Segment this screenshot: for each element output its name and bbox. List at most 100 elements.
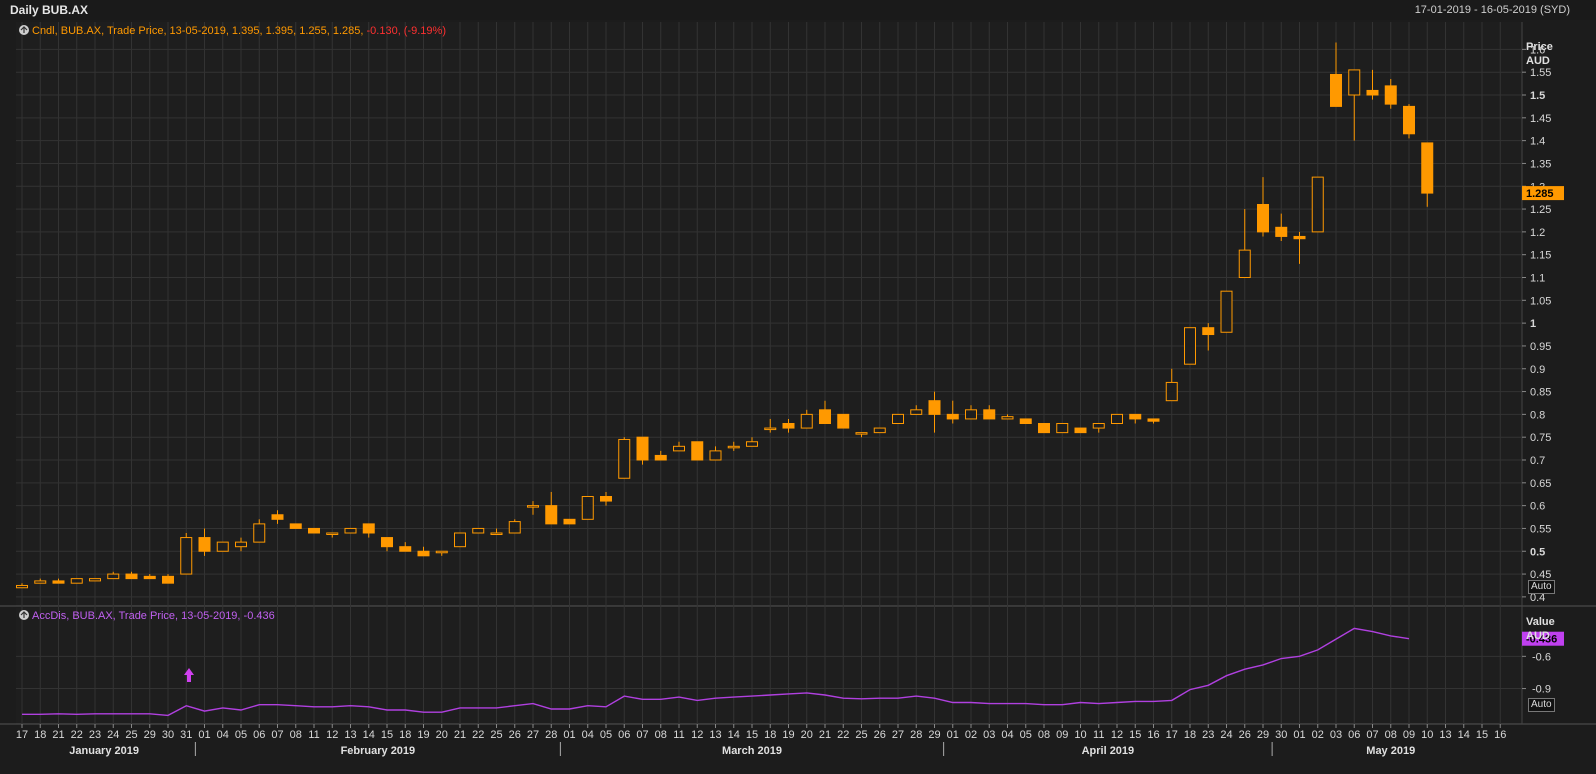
x-tick-label: 10	[1074, 729, 1086, 741]
accdis-legend[interactable]: AccDis, BUB.AX, Trade Price, 13-05-2019,…	[19, 610, 275, 622]
price-tick-label: 0.95	[1530, 341, 1551, 353]
price-tick-label: 0.55	[1530, 523, 1551, 535]
candle-body	[235, 541, 247, 548]
candle[interactable]	[1311, 176, 1324, 233]
x-tick-label: 17	[1166, 729, 1178, 741]
candle-body	[837, 413, 850, 429]
candle-body	[472, 527, 485, 534]
x-tick-label: 29	[144, 729, 156, 741]
x-tick-label: 18	[34, 729, 46, 741]
candle-body	[600, 496, 612, 502]
price-tick-label: 0.8	[1530, 409, 1545, 421]
price-auto-scale-button[interactable]: Auto	[1528, 580, 1555, 594]
price-tick-label: 1	[1530, 318, 1536, 330]
candle-body	[289, 523, 302, 529]
x-tick-label: 01	[198, 729, 210, 741]
candle[interactable]	[691, 441, 704, 461]
candle-body	[1184, 327, 1196, 365]
x-tick-label: 03	[1330, 729, 1342, 741]
candle[interactable]	[581, 496, 594, 520]
accdis-axis-title-line2: AUD	[1526, 630, 1550, 642]
price-tick-label: 1.1	[1530, 273, 1545, 285]
candle[interactable]	[636, 436, 649, 465]
candle[interactable]	[1184, 327, 1196, 365]
candle-body	[326, 532, 339, 535]
x-tick-label: 29	[1257, 729, 1269, 741]
candle[interactable]	[1038, 423, 1050, 434]
candle[interactable]	[344, 527, 357, 534]
candle-body	[162, 575, 174, 584]
candle-body	[52, 580, 65, 584]
x-tick-label: 29	[928, 729, 940, 741]
candle[interactable]	[1403, 104, 1415, 139]
candle-body	[508, 521, 521, 534]
candle-body	[70, 578, 83, 584]
candle[interactable]	[837, 413, 850, 429]
candle-body	[16, 584, 28, 589]
candle[interactable]	[1220, 290, 1233, 333]
candle[interactable]	[1019, 418, 1032, 424]
candle[interactable]	[563, 518, 576, 525]
candle-body	[1019, 418, 1032, 424]
x-tick-label: 26	[1239, 729, 1251, 741]
candle[interactable]	[618, 437, 631, 479]
candle-body	[89, 578, 101, 582]
x-tick-label: 25	[125, 729, 137, 741]
x-tick-label: 25	[855, 729, 867, 741]
x-tick-label: 10	[1421, 729, 1433, 741]
candle-body	[545, 505, 558, 525]
price-legend[interactable]: Cndl, BUB.AX, Trade Price, 13-05-2019, 1…	[19, 25, 446, 37]
candle[interactable]	[508, 519, 521, 534]
candle-body	[1257, 204, 1269, 233]
x-tick-label: 23	[89, 729, 101, 741]
candle[interactable]	[216, 541, 229, 552]
x-tick-label: 15	[381, 729, 393, 741]
candle[interactable]	[1111, 413, 1123, 424]
candle[interactable]	[180, 533, 193, 575]
candle[interactable]	[308, 527, 320, 534]
x-tick-label: 27	[527, 729, 539, 741]
x-tick-label: 13	[344, 729, 356, 741]
candle-body	[1421, 142, 1434, 194]
x-tick-label: 05	[235, 729, 247, 741]
x-tick-label: 01	[563, 729, 575, 741]
x-tick-label: 04	[582, 729, 594, 741]
candle[interactable]	[873, 427, 886, 434]
candle[interactable]	[70, 578, 83, 584]
candle-body	[34, 580, 47, 584]
candle-body	[1165, 381, 1178, 402]
accdis-legend-text: AccDis, BUB.AX, Trade Price, 13-05-2019,…	[32, 610, 275, 622]
candle-body	[1403, 105, 1415, 135]
x-tick-label: 09	[1403, 729, 1415, 741]
candle[interactable]	[1074, 427, 1087, 434]
accdis-auto-scale-button[interactable]: Auto	[1528, 698, 1555, 712]
candle[interactable]	[454, 532, 466, 548]
candle-body	[1147, 418, 1160, 422]
candle[interactable]	[892, 413, 904, 424]
accdis-axis-title-line1: Value	[1526, 616, 1555, 628]
chart-canvas[interactable]: 0.40.450.50.550.60.650.70.750.80.850.90.…	[0, 0, 1596, 774]
candle-body	[253, 523, 266, 543]
candle-body	[654, 454, 667, 461]
x-tick-label: 13	[709, 729, 721, 741]
price-tick-label: 1.05	[1530, 295, 1551, 307]
price-tick-label: 1.4	[1530, 136, 1545, 148]
candle-body	[928, 400, 941, 415]
month-label: April 2019	[1082, 745, 1135, 757]
candle[interactable]	[1056, 423, 1069, 434]
candle[interactable]	[289, 523, 302, 529]
x-tick-label: 31	[180, 729, 192, 741]
candle-body	[855, 432, 868, 435]
price-tick-label: 0.7	[1530, 455, 1545, 467]
candle[interactable]	[89, 578, 101, 582]
x-tick-label: 20	[801, 729, 813, 741]
x-tick-label: 08	[1385, 729, 1397, 741]
x-tick-label: 11	[308, 729, 319, 741]
x-tick-label: 02	[1312, 729, 1324, 741]
candle-body	[892, 413, 904, 424]
x-tick-label: 12	[691, 729, 703, 741]
candle-body	[709, 450, 722, 461]
candle-body	[1238, 249, 1251, 278]
candle[interactable]	[472, 527, 485, 534]
candle-body	[1348, 69, 1361, 96]
